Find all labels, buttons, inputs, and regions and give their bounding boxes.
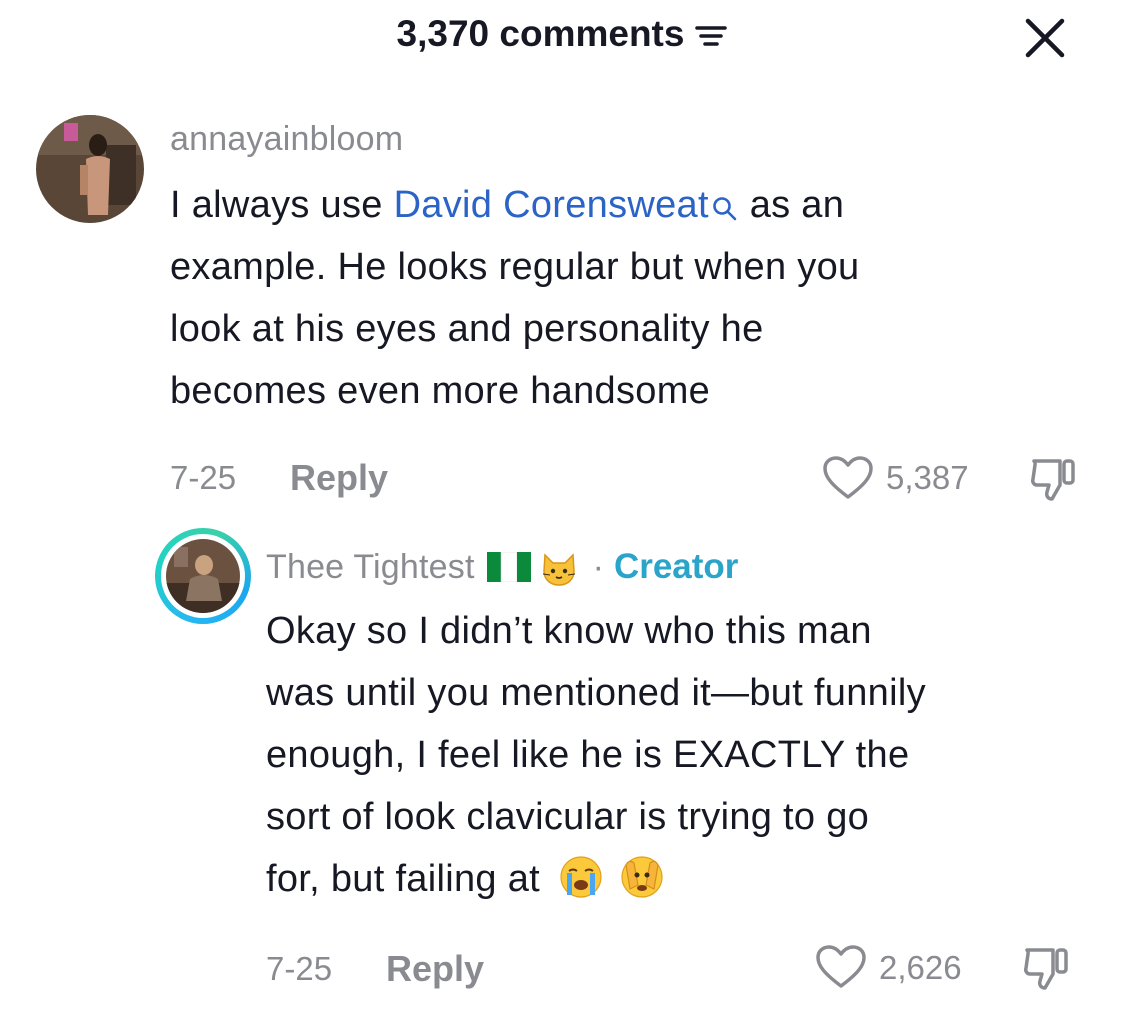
avatar[interactable] [36,115,144,223]
cat-face-icon [539,547,579,587]
comment-line: for, but failing at [266,848,1106,910]
like-count: 2,626 [879,949,962,986]
avatar-photo [166,539,240,613]
close-icon[interactable] [1023,16,1067,60]
comment-text: Okay so I didn’t know who this man was u… [266,600,1106,910]
comment-count: 3,370 comments [396,13,685,54]
dislike-icon[interactable] [1021,944,1071,994]
mention-text[interactable]: David Corensweat [394,184,709,226]
avatar[interactable] [155,528,251,624]
comments-header: 3,370 comments [0,8,1125,60]
comment-line: becomes even more handsome [170,370,711,412]
creator-badge: Creator [613,547,739,586]
comment-line: example. He looks regular but when you [170,246,860,288]
comment-line: Okay so I didn’t know who this man [266,610,872,652]
reply-author-row: Thee Tightest · Creator [266,545,738,589]
dislike-icon[interactable] [1028,455,1078,505]
comment-text-fragment: for, but failing at [266,858,540,900]
comment-text-fragment: I always use [170,184,394,226]
comment-line: I always use David Corensweat as an [170,174,1090,236]
heart-icon[interactable] [815,944,867,990]
comment-text-fragment: as an [738,184,845,226]
like-button[interactable] [815,944,867,990]
sort-icon[interactable] [694,22,728,50]
like-count: 5,387 [886,459,969,496]
separator-dot: · [592,547,604,586]
heart-icon[interactable] [822,455,874,501]
mention-link[interactable]: David Corensweat [394,184,739,226]
dislike-button[interactable] [1028,455,1078,505]
comment-date: 7-25 [170,459,237,496]
comment-line: sort of look clavicular is trying to go [266,796,870,838]
crying-face-icon [559,855,603,899]
nigeria-flag-icon [486,551,531,583]
search-icon[interactable] [711,180,739,221]
comment-username[interactable]: annayainbloom [170,120,403,159]
dislike-button[interactable] [1021,944,1071,994]
comment-text: I always use David Corensweat as an exam… [170,174,1090,422]
reply-button[interactable]: Reply [386,948,484,990]
comment-line: enough, I feel like he is EXACTLY the [266,734,910,776]
comment-username[interactable]: Thee Tightest [266,548,475,587]
comment-date: 7-25 [266,950,333,987]
comment-line: was until you mentioned it—but funnily [266,672,926,714]
reply-button[interactable]: Reply [290,457,388,499]
close-button[interactable] [1015,10,1075,66]
like-button[interactable] [822,455,874,501]
comment-line: look at his eyes and personality he [170,308,764,350]
face-with-peeking-eye-icon [620,855,664,899]
